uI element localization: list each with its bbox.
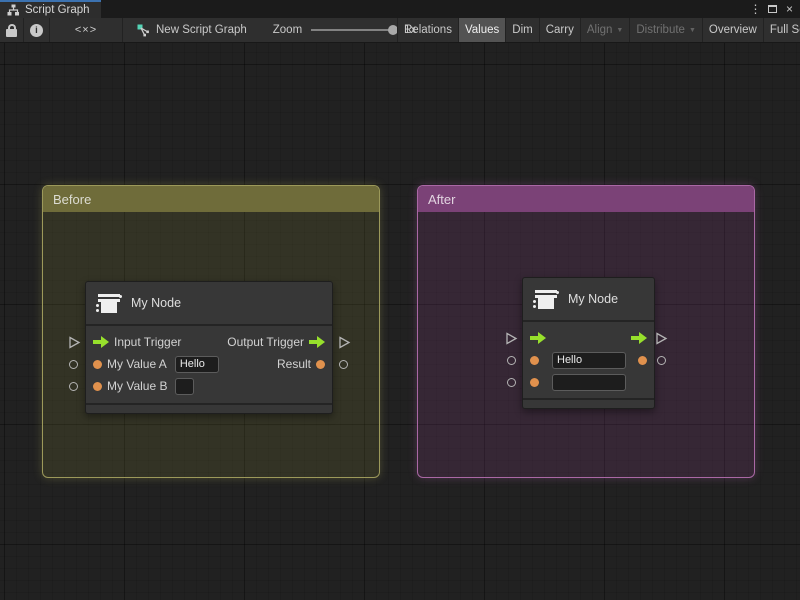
node-header[interactable]: My Node <box>86 282 332 326</box>
zoom-label: Zoom <box>273 24 302 36</box>
flow-input-port-icon[interactable] <box>93 336 109 348</box>
code-icon: <×> <box>75 24 97 36</box>
outer-value-a-port-before[interactable] <box>69 360 78 369</box>
dim-button[interactable]: Dim <box>506 18 539 42</box>
port-row-trigger <box>523 327 654 349</box>
node-icon <box>533 286 559 312</box>
value-a-port-icon[interactable] <box>530 356 539 365</box>
triangle-port-icon <box>68 336 81 349</box>
port-row-value-a: Hello <box>523 349 654 371</box>
flow-output-port-icon[interactable] <box>309 336 325 348</box>
port-row-value-b <box>523 371 654 393</box>
carry-button[interactable]: Carry <box>540 18 581 42</box>
window-controls: ⋮ × <box>747 0 798 18</box>
port-row-value-b: My Value B <box>86 375 332 397</box>
triangle-port-icon <box>655 332 668 345</box>
chevron-down-icon: ▼ <box>689 27 696 34</box>
distribute-label: Distribute <box>636 24 685 36</box>
new-script-graph-label: New Script Graph <box>156 24 247 36</box>
values-button[interactable]: Values <box>459 18 506 42</box>
relations-button[interactable]: Relations <box>398 18 459 42</box>
outer-flow-input-port-after[interactable] <box>505 332 518 350</box>
outer-flow-output-port-after[interactable] <box>655 332 668 350</box>
outer-value-b-port-after[interactable] <box>507 378 516 387</box>
node-title: My Node <box>568 292 618 306</box>
align-button[interactable]: Align ▼ <box>581 18 631 42</box>
full-screen-label: Full Screen <box>770 24 800 36</box>
info-button[interactable]: i <box>24 18 50 42</box>
close-icon[interactable]: × <box>781 0 798 18</box>
maximize-glyph <box>768 5 777 13</box>
unity-script-graph-window: { "window": { "tab_label": "Script Graph… <box>0 0 800 600</box>
outer-value-a-port-after[interactable] <box>507 356 516 365</box>
dim-label: Dim <box>512 24 532 36</box>
outer-value-b-port-before[interactable] <box>69 382 78 391</box>
value-b-field[interactable] <box>552 374 626 391</box>
tab-bar: Script Graph ⋮ × <box>0 0 800 18</box>
triangle-port-icon <box>338 336 351 349</box>
node-header[interactable]: My Node <box>523 278 654 322</box>
group-before-header[interactable]: Before <box>43 186 379 212</box>
new-script-graph-button[interactable]: New Script Graph <box>123 24 257 37</box>
lock-button[interactable] <box>0 18 24 42</box>
value-b-port-icon[interactable] <box>530 378 539 387</box>
values-label: Values <box>465 24 499 36</box>
flow-input-port-icon[interactable] <box>530 332 546 344</box>
outer-flow-input-port-before[interactable] <box>68 336 81 354</box>
lock-icon <box>6 24 17 37</box>
chevron-down-icon: ▼ <box>616 27 623 34</box>
value-a-label: My Value A <box>107 357 167 371</box>
toolbar-right-buttons: Relations Values Dim Carry Align ▼ Distr… <box>397 18 800 42</box>
tab-label: Script Graph <box>25 4 90 16</box>
group-before-label: Before <box>53 192 91 207</box>
node-footer <box>86 403 332 413</box>
align-label: Align <box>587 24 613 36</box>
graph-canvas[interactable]: Before After My Node Input Trigger Outpu… <box>0 43 800 600</box>
result-label: Result <box>277 357 311 371</box>
toolbar-middle: New Script Graph Zoom 1x <box>123 18 416 42</box>
zoom-control: Zoom 1x <box>273 24 417 36</box>
value-b-label: My Value B <box>107 379 167 393</box>
node-my-node-before[interactable]: My Node Input Trigger Output Trigger My … <box>85 281 333 414</box>
node-title: My Node <box>131 296 181 310</box>
script-graph-icon <box>137 24 150 37</box>
flow-output-port-icon[interactable] <box>631 332 647 344</box>
node-icon <box>96 290 122 316</box>
tab-script-graph[interactable]: Script Graph <box>0 0 101 18</box>
maximize-icon[interactable] <box>764 0 781 18</box>
outer-flow-output-port-before[interactable] <box>338 336 351 354</box>
menu-icon[interactable]: ⋮ <box>747 0 764 18</box>
node-body: Input Trigger Output Trigger My Value A … <box>86 326 332 403</box>
output-trigger-label: Output Trigger <box>227 335 304 349</box>
info-icon: i <box>30 24 43 37</box>
relations-label: Relations <box>404 24 452 36</box>
distribute-button[interactable]: Distribute ▼ <box>630 18 703 42</box>
group-after-header[interactable]: After <box>418 186 754 212</box>
graph-toolbar: i <×> New Script Graph Zoom 1x Relations… <box>0 18 800 43</box>
group-after-label: After <box>428 192 455 207</box>
port-row-value-a: My Value A Hello Result <box>86 353 332 375</box>
port-row-trigger: Input Trigger Output Trigger <box>86 331 332 353</box>
triangle-port-icon <box>505 332 518 345</box>
full-screen-button[interactable]: Full Screen <box>764 18 800 42</box>
result-port-icon[interactable] <box>316 360 325 369</box>
value-a-port-icon[interactable] <box>93 360 102 369</box>
overview-label: Overview <box>709 24 757 36</box>
outer-result-port-before[interactable] <box>339 360 348 369</box>
value-b-port-icon[interactable] <box>93 382 102 391</box>
graph-hierarchy-icon <box>7 4 20 16</box>
node-footer <box>523 398 654 408</box>
value-b-field[interactable] <box>175 378 194 395</box>
input-trigger-label: Input Trigger <box>114 335 181 349</box>
zoom-slider[interactable] <box>311 29 395 31</box>
code-view-button[interactable]: <×> <box>50 18 123 42</box>
node-body: Hello <box>523 322 654 398</box>
overview-button[interactable]: Overview <box>703 18 764 42</box>
value-a-field[interactable]: Hello <box>175 356 219 373</box>
outer-result-port-after[interactable] <box>657 356 666 365</box>
result-port-icon[interactable] <box>638 356 647 365</box>
node-my-node-after[interactable]: My Node Hello <box>522 277 655 409</box>
carry-label: Carry <box>546 24 574 36</box>
value-a-field[interactable]: Hello <box>552 352 626 369</box>
